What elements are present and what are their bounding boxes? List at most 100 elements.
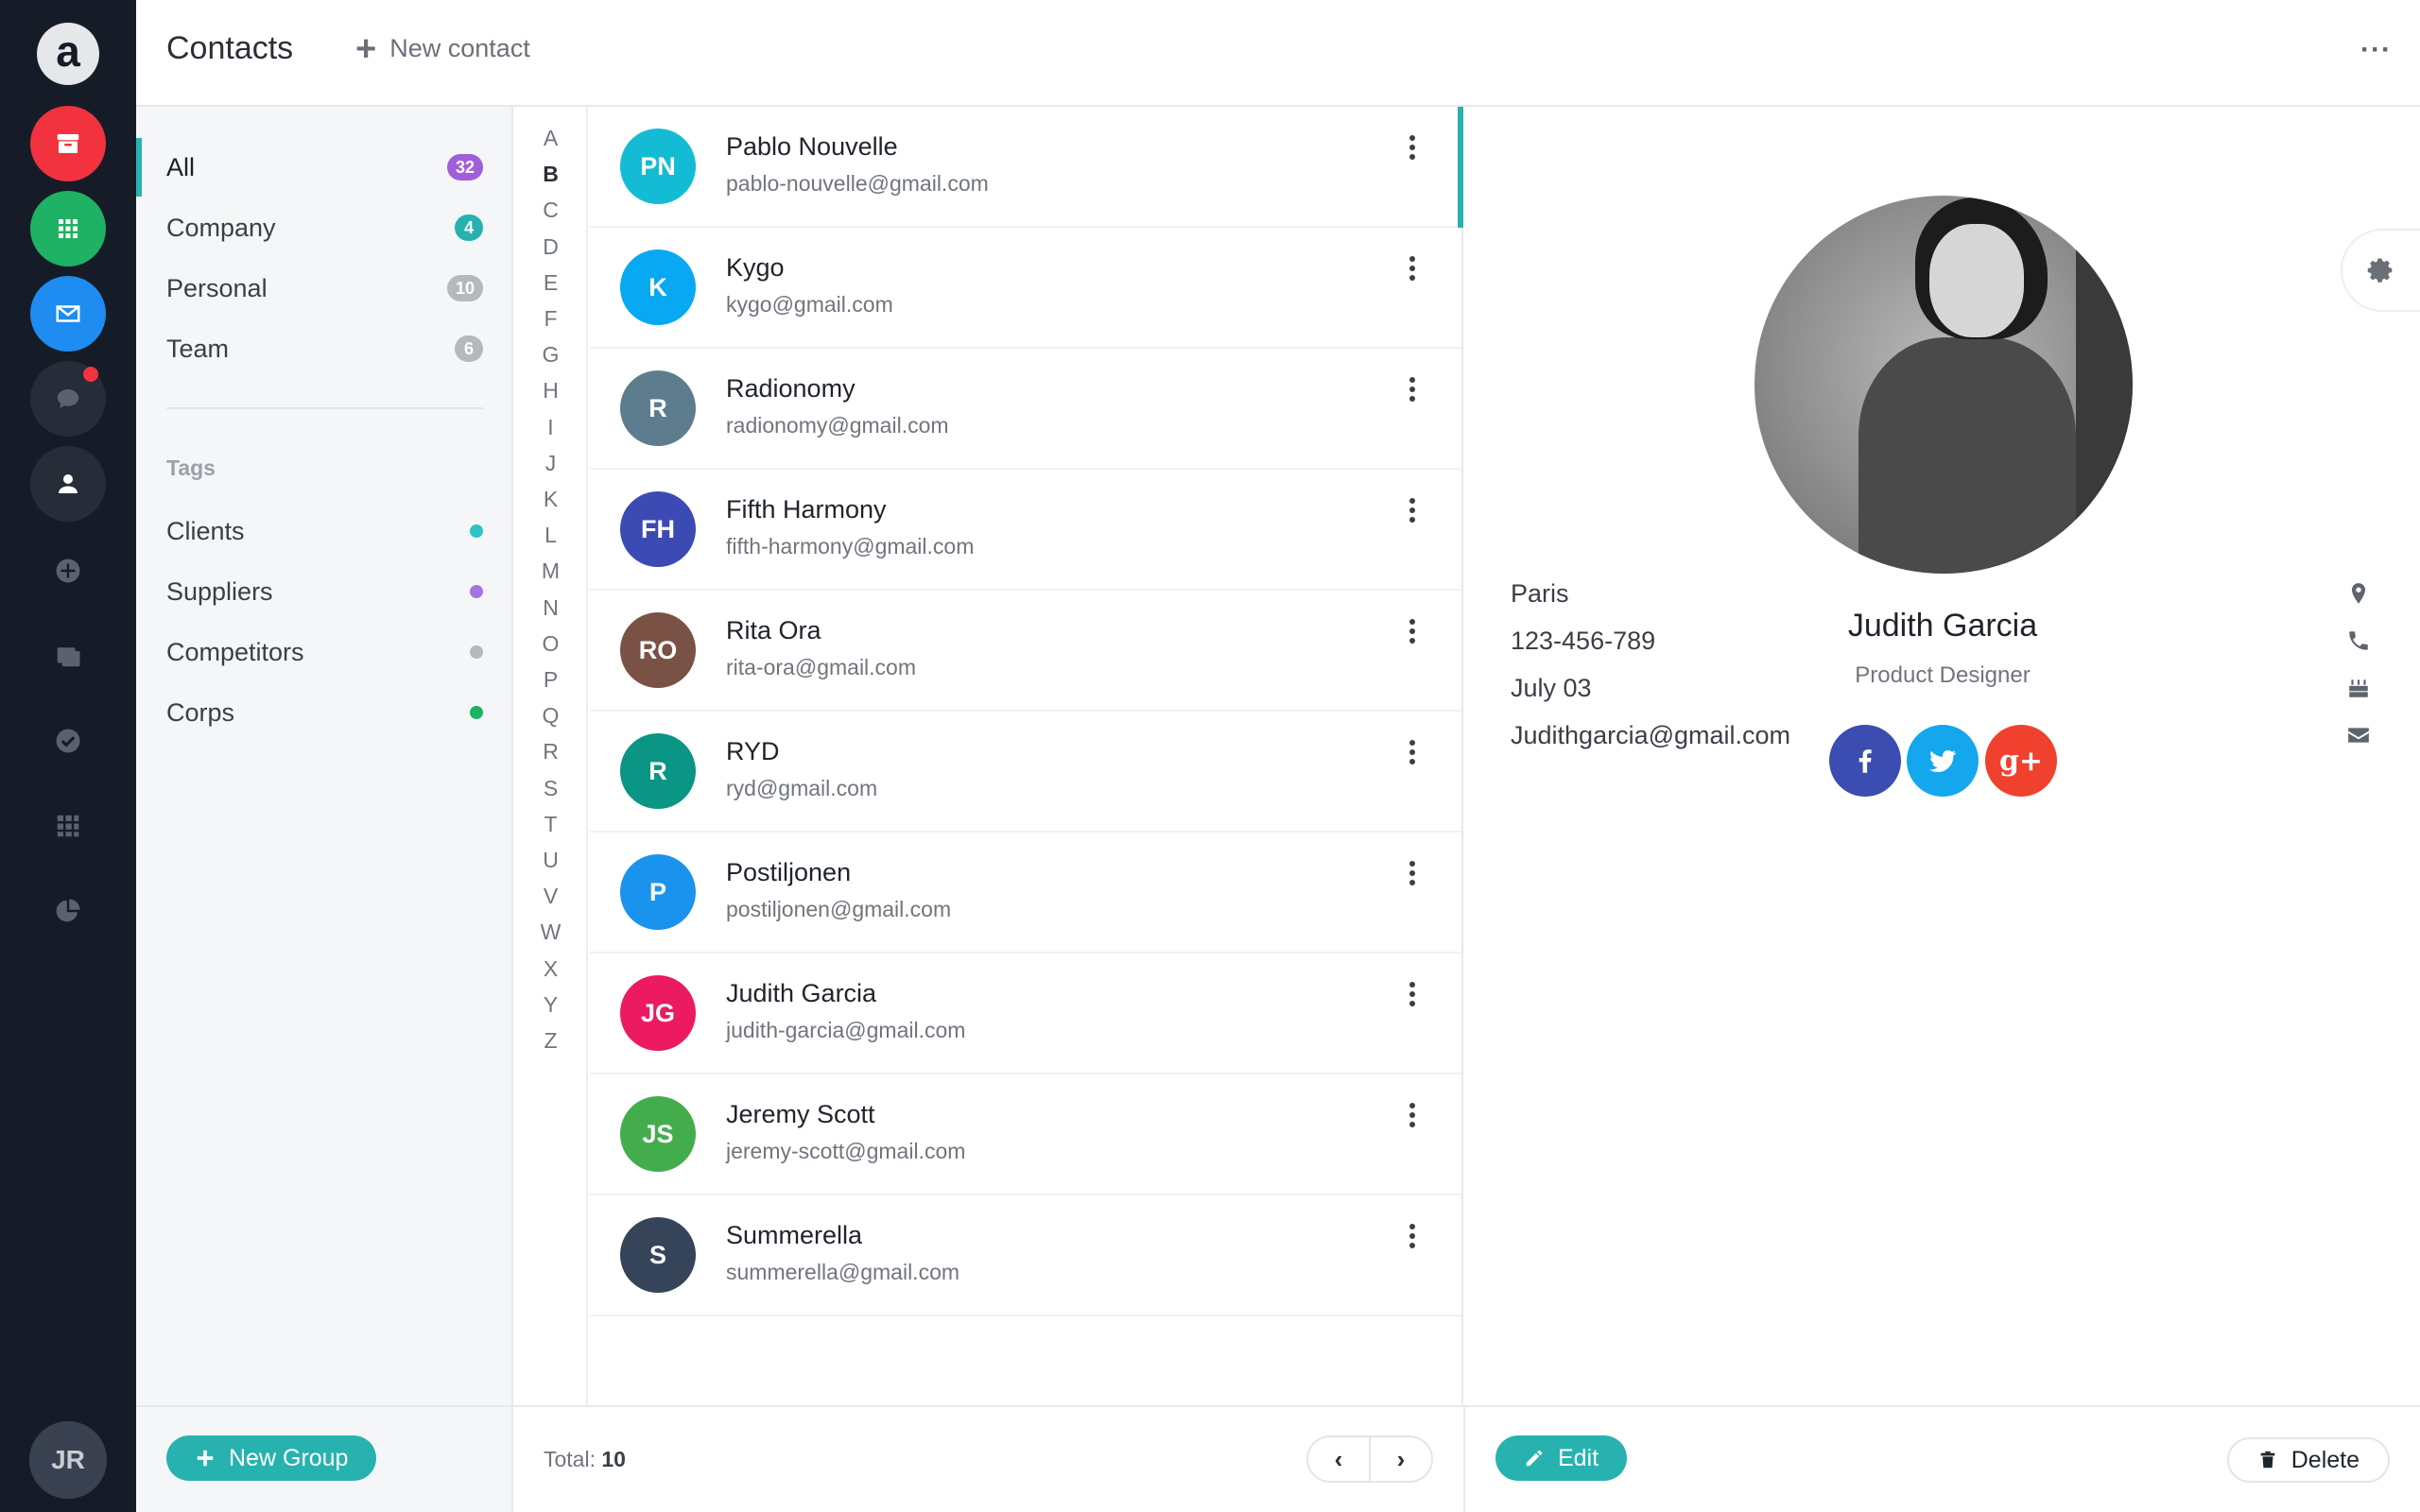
contact-name: Radionomy bbox=[726, 374, 856, 403]
alphabet-letter[interactable]: L bbox=[515, 523, 586, 548]
add-button[interactable] bbox=[49, 552, 87, 590]
alphabet-letter[interactable]: U bbox=[515, 848, 586, 873]
alphabet-letter[interactable]: P bbox=[515, 667, 586, 693]
app-logo[interactable]: a bbox=[37, 23, 99, 85]
kebab-menu-icon[interactable] bbox=[1403, 617, 1422, 645]
total-count: Total: 10 bbox=[544, 1447, 626, 1472]
alphabet-letter[interactable]: T bbox=[515, 812, 586, 837]
alphabet-letter[interactable]: Z bbox=[515, 1028, 586, 1054]
table-button[interactable] bbox=[49, 807, 87, 845]
alphabet-letter[interactable]: S bbox=[515, 776, 586, 801]
contact-name: Pablo Nouvelle bbox=[726, 132, 898, 161]
kebab-menu-icon[interactable] bbox=[1403, 133, 1422, 162]
contact-avatar: R bbox=[620, 733, 696, 809]
alphabet-letter[interactable]: E bbox=[515, 270, 586, 296]
alphabet-letter[interactable]: R bbox=[515, 739, 586, 765]
alphabet-letter[interactable]: A bbox=[515, 126, 586, 151]
contact-email: judith-garcia@gmail.com bbox=[726, 1018, 966, 1042]
tag-item-clients[interactable]: Clients bbox=[136, 502, 513, 560]
contacts-app-button[interactable] bbox=[30, 446, 106, 522]
contact-row[interactable]: S Summerella summerella@gmail.com bbox=[590, 1195, 1461, 1316]
mail-app-button[interactable] bbox=[30, 276, 106, 352]
contact-email: summerella@gmail.com bbox=[726, 1260, 960, 1284]
group-count-badge: 10 bbox=[446, 275, 483, 301]
tag-item-corps[interactable]: Corps bbox=[136, 683, 513, 742]
alphabet-letter[interactable]: K bbox=[515, 487, 586, 512]
kebab-menu-icon[interactable] bbox=[1403, 980, 1422, 1008]
contact-row[interactable]: PN Pablo Nouvelle pablo-nouvelle@gmail.com bbox=[590, 107, 1463, 228]
copy-button[interactable] bbox=[49, 637, 87, 675]
alphabet-letter[interactable]: V bbox=[515, 884, 586, 909]
chat-app-button[interactable] bbox=[30, 361, 106, 437]
total-label: Total: bbox=[544, 1447, 596, 1471]
alphabet-letter[interactable]: C bbox=[515, 198, 586, 223]
pencil-icon bbox=[1526, 1450, 1543, 1467]
gear-icon bbox=[2367, 258, 2393, 283]
contact-row[interactable]: JS Jeremy Scott jeremy-scott@gmail.com bbox=[590, 1074, 1461, 1195]
tasks-button[interactable] bbox=[49, 722, 87, 760]
photo-face bbox=[1929, 224, 2024, 337]
next-page-button[interactable]: › bbox=[1369, 1437, 1431, 1481]
contact-avatar: S bbox=[620, 1217, 696, 1293]
kebab-menu-icon[interactable] bbox=[1403, 738, 1422, 766]
edit-button[interactable]: Edit bbox=[1495, 1435, 1628, 1481]
kebab-menu-icon[interactable] bbox=[1403, 1222, 1422, 1250]
alphabet-letter[interactable]: W bbox=[515, 919, 586, 945]
archive-app-button[interactable] bbox=[30, 106, 106, 181]
user-avatar[interactable]: JR bbox=[29, 1421, 107, 1499]
contact-email: pablo-nouvelle@gmail.com bbox=[726, 171, 989, 196]
alphabet-letter[interactable]: F bbox=[515, 306, 586, 332]
contact-avatar: JS bbox=[620, 1096, 696, 1172]
kebab-menu-icon[interactable] bbox=[1403, 1101, 1422, 1129]
chat-icon bbox=[57, 389, 79, 408]
contact-row[interactable]: R RYD ryd@gmail.com bbox=[590, 712, 1461, 833]
alphabet-letter[interactable]: M bbox=[515, 558, 586, 584]
groups-sidebar: All 32 Company 4 Personal 10 Team 6 Tags… bbox=[136, 107, 513, 1405]
alphabet-letter[interactable]: H bbox=[515, 378, 586, 404]
alphabet-letter[interactable]: N bbox=[515, 595, 586, 621]
alphabet-letter[interactable]: G bbox=[515, 342, 586, 368]
archive-icon bbox=[57, 134, 79, 153]
alphabet-letter[interactable]: B bbox=[515, 162, 586, 187]
top-header: Contacts + New contact ··· bbox=[136, 0, 2420, 107]
kebab-menu-icon[interactable] bbox=[1403, 254, 1422, 283]
new-contact-button[interactable]: + New contact bbox=[355, 31, 530, 67]
alphabet-letter[interactable]: O bbox=[515, 631, 586, 657]
contact-row[interactable]: RO Rita Ora rita-ora@gmail.com bbox=[590, 591, 1461, 712]
contact-list: PN Pablo Nouvelle pablo-nouvelle@gmail.com… bbox=[590, 107, 1463, 1405]
kebab-menu-icon[interactable] bbox=[1403, 375, 1422, 404]
alphabet-letter[interactable]: I bbox=[515, 415, 586, 440]
contact-row[interactable]: P Postiljonen postiljonen@gmail.com bbox=[590, 833, 1461, 954]
contact-avatar: R bbox=[620, 370, 696, 446]
check-circle-icon bbox=[56, 729, 80, 753]
contact-name: Jeremy Scott bbox=[726, 1100, 875, 1128]
alphabet-letter[interactable]: Y bbox=[515, 992, 586, 1018]
contact-row[interactable]: JG Judith Garcia judith-garcia@gmail.com bbox=[590, 954, 1461, 1074]
contact-row[interactable]: K Kygo kygo@gmail.com bbox=[590, 228, 1461, 349]
reports-button[interactable] bbox=[49, 892, 87, 930]
prev-page-button[interactable]: ‹ bbox=[1308, 1437, 1369, 1481]
alphabet-letter[interactable]: X bbox=[515, 956, 586, 982]
apps-grid-button[interactable] bbox=[30, 191, 106, 266]
alphabet-letter[interactable]: J bbox=[515, 451, 586, 476]
settings-button[interactable] bbox=[2341, 229, 2420, 312]
new-group-button[interactable]: New Group bbox=[166, 1435, 377, 1481]
kebab-menu-icon[interactable] bbox=[1403, 859, 1422, 887]
group-item-all[interactable]: All 32 bbox=[136, 138, 513, 197]
tag-label: Corps bbox=[166, 697, 235, 727]
group-label: All bbox=[166, 152, 196, 181]
contact-row[interactable]: R Radionomy radionomy@gmail.com bbox=[590, 349, 1461, 470]
delete-button[interactable]: Delete bbox=[2226, 1437, 2390, 1483]
contact-name: Judith Garcia bbox=[726, 979, 877, 1007]
more-options-icon[interactable]: ··· bbox=[2360, 34, 2392, 66]
tag-item-suppliers[interactable]: Suppliers bbox=[136, 562, 513, 621]
alphabet-letter[interactable]: D bbox=[515, 234, 586, 260]
kebab-menu-icon[interactable] bbox=[1403, 496, 1422, 524]
alphabet-letter[interactable]: Q bbox=[515, 703, 586, 729]
group-item-team[interactable]: Team 6 bbox=[136, 319, 513, 378]
contact-email: postiljonen@gmail.com bbox=[726, 897, 952, 921]
group-item-company[interactable]: Company 4 bbox=[136, 198, 513, 257]
group-item-personal[interactable]: Personal 10 bbox=[136, 259, 513, 318]
tag-item-competitors[interactable]: Competitors bbox=[136, 623, 513, 681]
contact-row[interactable]: FH Fifth Harmony fifth-harmony@gmail.com bbox=[590, 470, 1461, 591]
